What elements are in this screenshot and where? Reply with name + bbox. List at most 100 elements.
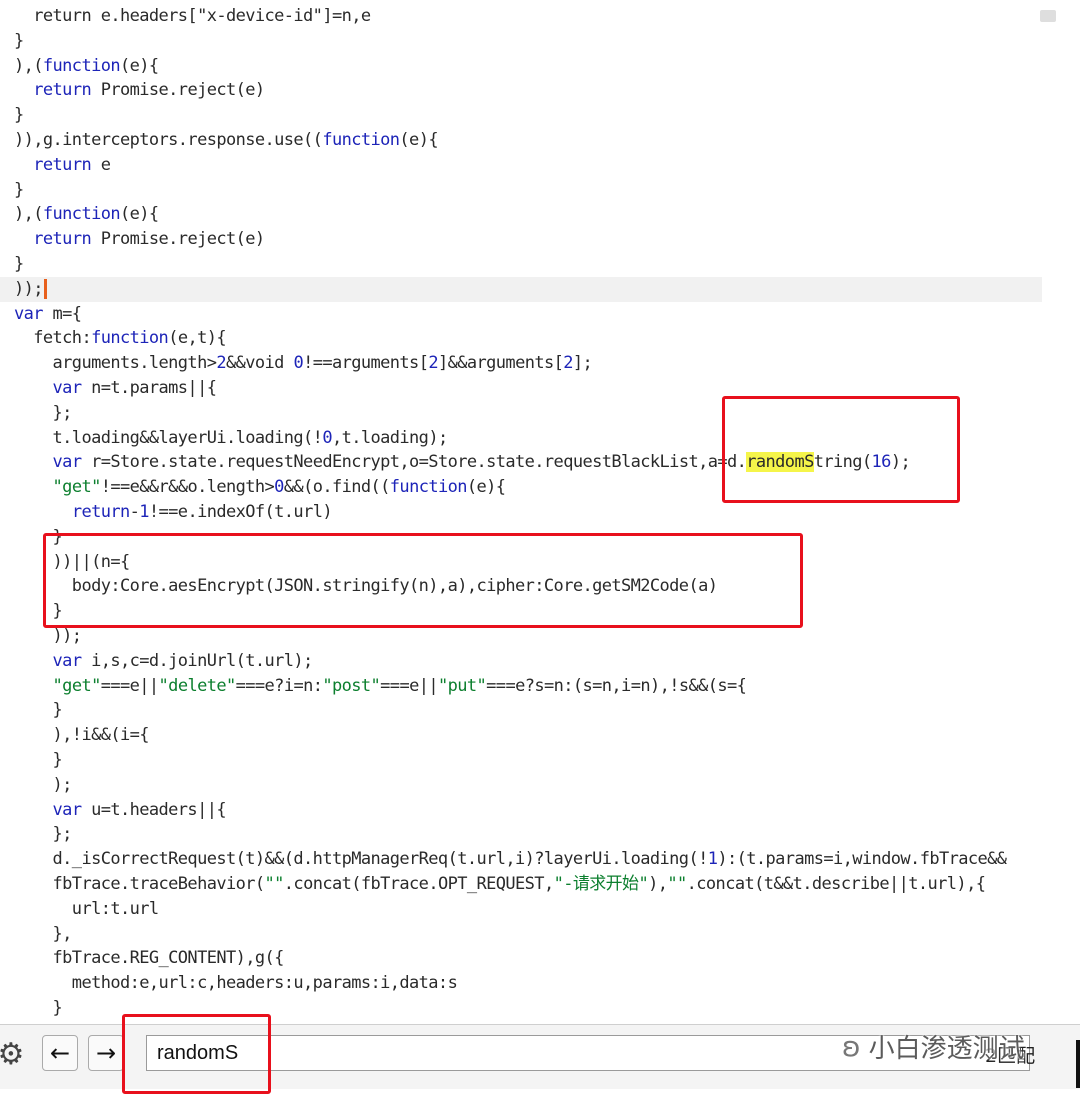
code-token: function — [389, 477, 468, 498]
code-token: (e){ — [466, 477, 506, 498]
find-next-button[interactable]: → — [88, 1035, 124, 1071]
code-token: (e){ — [399, 130, 438, 150]
code-line[interactable]: return-1!==e.indexOf(t.url) — [0, 500, 1042, 525]
code-editor[interactable]: return e.headers["x-device-id"]=n,e}),(f… — [0, 0, 1042, 1024]
code-line[interactable]: arguments.length>2&&void 0!==arguments[2… — [0, 351, 1042, 376]
code-token: "" — [264, 874, 285, 894]
code-token: }; — [14, 402, 73, 423]
wechat-logo-icon: ʚ — [842, 1030, 861, 1063]
code-token: ===e|| — [100, 675, 159, 696]
code-line[interactable]: var i,s,c=d.joinUrl(t.url); — [0, 649, 1042, 674]
code-token: &&(o.find(( — [283, 477, 391, 498]
code-line[interactable]: d._isCorrectRequest(t)&&(d.httpManagerRe… — [0, 847, 1042, 872]
code-token: ===e?s=n:(s=n,i=n),!s&&(s={ — [486, 675, 747, 696]
code-token: var — [14, 303, 44, 324]
code-token: arguments.length> — [14, 353, 217, 374]
code-token: ):(t.params=i,window.fbTrace&& — [717, 849, 1007, 870]
code-line[interactable]: ); — [0, 773, 1042, 798]
code-token: "" — [667, 874, 687, 894]
code-token: return — [33, 154, 92, 175]
code-token: (e,t){ — [168, 328, 226, 349]
code-token: "put" — [437, 675, 487, 696]
code-line[interactable]: return e.headers["x-device-id"]=n,e — [0, 4, 1042, 29]
code-token: - — [129, 502, 140, 522]
code-line[interactable]: } — [0, 103, 1042, 128]
code-token: !==arguments[ — [303, 353, 429, 374]
code-token: 2 — [563, 353, 573, 374]
code-token: function — [42, 204, 121, 225]
code-line[interactable]: } — [0, 178, 1042, 203]
code-line[interactable]: return Promise.reject(e) — [0, 227, 1042, 252]
code-line[interactable]: } — [0, 29, 1042, 54]
code-token: fbTrace.traceBehavior( — [14, 874, 266, 894]
code-line[interactable]: var u=t.headers||{ — [0, 798, 1042, 823]
code-token: 0 — [274, 477, 284, 498]
code-token: fbTrace.REG_CONTENT),g({ — [14, 948, 285, 969]
code-token: } — [14, 700, 63, 721]
code-line[interactable]: fbTrace.REG_CONTENT),g({ — [0, 946, 1042, 971]
code-token: ), — [648, 874, 668, 894]
code-line[interactable]: return e — [0, 153, 1042, 178]
code-line[interactable]: }, — [0, 922, 1042, 947]
code-line[interactable]: fbTrace.traceBehavior("".concat(fbTrace.… — [0, 872, 1042, 897]
watermark-text: 小白渗透测试 — [868, 1034, 1025, 1064]
code-line[interactable]: fetch:function(e,t){ — [0, 326, 1042, 351]
code-token: }, — [14, 923, 73, 944]
code-line[interactable]: ),(function(e){ — [0, 202, 1042, 227]
code-line[interactable]: method:e,url:c,headers:u,params:i,data:s — [0, 971, 1042, 996]
code-token: )); — [14, 278, 44, 299]
code-line[interactable]: }; — [0, 822, 1042, 847]
code-token: r=Store.state.requestNeedEncrypt,o=Store… — [81, 452, 747, 473]
editor-scrollbar[interactable] — [1042, 0, 1080, 1024]
code-token: Promise.reject(e) — [91, 80, 265, 101]
code-token: function — [322, 130, 400, 150]
code-line[interactable]: url:t.url — [0, 897, 1042, 922]
annotation-box-search-input — [122, 1014, 271, 1094]
code-token: "-请求开始" — [553, 874, 649, 894]
code-line[interactable]: } — [0, 698, 1042, 723]
code-token: return — [71, 502, 130, 522]
annotation-box-encrypt-body — [43, 533, 803, 628]
code-token: } — [14, 105, 24, 126]
code-token: ===e?i=n: — [235, 675, 323, 696]
code-token: var — [52, 799, 83, 820]
code-token: } — [14, 750, 63, 770]
code-token: ===e|| — [380, 675, 438, 696]
code-token: "get" — [52, 675, 102, 696]
code-token: ); — [14, 774, 73, 795]
code-token: !==e&&r&&o.length> — [100, 477, 275, 498]
find-previous-button[interactable]: ← — [42, 1035, 78, 1071]
code-line[interactable]: } — [0, 252, 1042, 277]
code-token: (e){ — [120, 55, 159, 76]
code-token: )); — [14, 626, 83, 646]
annotation-box-random-string — [722, 396, 960, 503]
code-token: d._isCorrectRequest(t)&&(d.httpManagerRe… — [14, 849, 709, 870]
code-line[interactable]: "get"===e||"delete"===e?i=n:"post"===e||… — [0, 674, 1042, 699]
code-line[interactable]: ),!i&&(i={ — [0, 723, 1042, 748]
code-token: e — [91, 154, 111, 175]
watermark: ʚ 小白渗透测试 — [842, 1028, 1025, 1065]
code-token: 1 — [707, 849, 718, 870]
gear-icon[interactable]: ⚙ — [0, 1035, 30, 1073]
code-token: ]&&arguments[ — [437, 353, 564, 374]
code-token: n=t.params||{ — [81, 378, 217, 398]
code-token: return e.headers["x-device-id"]=n,e — [14, 6, 371, 26]
code-line[interactable]: )); — [0, 276, 1042, 302]
code-line[interactable]: return Promise.reject(e) — [0, 78, 1042, 103]
code-token: var — [52, 650, 83, 671]
code-line[interactable]: )),g.interceptors.response.use((function… — [0, 128, 1042, 153]
code-token: "delete" — [158, 675, 237, 696]
code-token: !==e.indexOf(t.url) — [148, 502, 333, 522]
code-token: } — [14, 998, 63, 1018]
code-line[interactable]: ),(function(e){ — [0, 54, 1042, 79]
code-line[interactable]: var m={ — [0, 302, 1042, 327]
code-token: }; — [14, 824, 73, 845]
code-line[interactable]: } — [0, 748, 1042, 773]
code-token: ]; — [572, 353, 593, 374]
code-token: m={ — [42, 303, 83, 324]
scrollbar-thumb[interactable] — [1040, 10, 1056, 22]
